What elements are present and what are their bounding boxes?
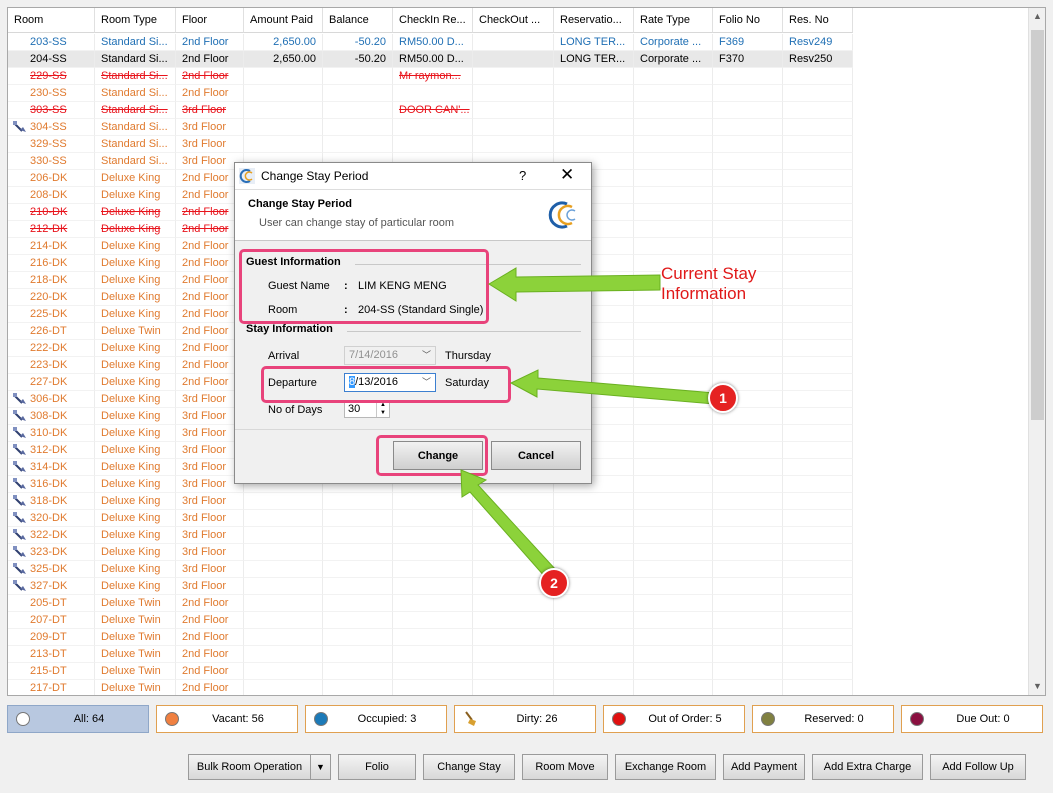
annotation-label-line1: Current Stay xyxy=(661,264,757,283)
step-badge-2: 2 xyxy=(539,568,569,598)
annotation-arrows xyxy=(460,267,716,579)
step-badge-1: 1 xyxy=(708,383,738,413)
annotation-label-line2: Information xyxy=(661,284,747,303)
